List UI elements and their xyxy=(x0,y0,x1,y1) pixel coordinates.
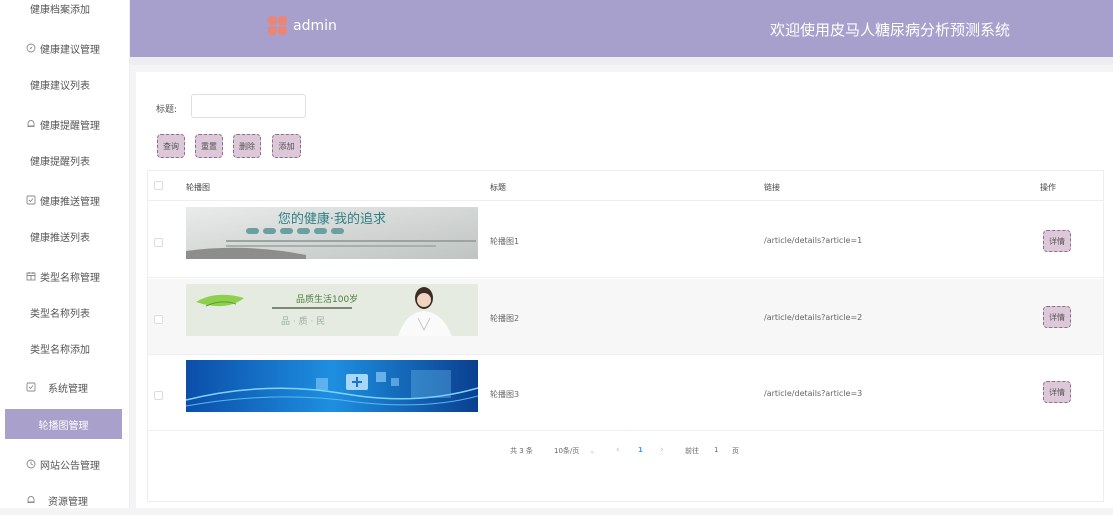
next-page-button[interactable]: › xyxy=(660,445,664,455)
sidebar-item-type-name-add[interactable]: 类型名称添加 xyxy=(0,333,130,363)
detail-button[interactable]: 详情 xyxy=(1043,306,1071,328)
table-row: 轮播图3 /article/details?article=3 详情 xyxy=(148,355,1103,431)
image-1-caption: 您的健康·我的追求 xyxy=(278,211,386,227)
row-title: 轮播图3 xyxy=(490,390,520,399)
image-2-caption: 品质生活100岁 xyxy=(296,293,358,305)
row-checkbox[interactable] xyxy=(154,238,163,247)
table-row: 品质生活100岁 品 · 质 · 民 轮播图2 /article/details… xyxy=(148,279,1103,355)
sidebar-item-label: 类型名称列表 xyxy=(30,308,90,320)
page-suffix-label: 页 xyxy=(732,447,739,455)
table-row: 您的健康·我的追求 轮播图1 /article/details?article=… xyxy=(148,202,1103,278)
column-header-action: 操作 xyxy=(1040,183,1056,192)
sidebar-item-label: 网站公告管理 xyxy=(40,460,100,472)
sidebar-item-label: 健康档案添加 xyxy=(30,4,90,16)
compass-icon xyxy=(25,43,36,54)
row-checkbox[interactable] xyxy=(154,315,163,324)
query-button[interactable]: 查询 xyxy=(157,134,185,158)
prev-page-button[interactable]: ‹ xyxy=(616,445,620,455)
column-header-link: 链接 xyxy=(764,183,780,192)
sidebar-item-health-reminder[interactable]: 健康提醒管理 xyxy=(0,109,130,139)
page-size-value: 10条/页 xyxy=(554,447,580,455)
sidebar-item-announcement[interactable]: 网站公告管理 xyxy=(0,449,130,479)
column-header-image: 轮播图 xyxy=(186,183,210,192)
clock-icon xyxy=(25,459,36,470)
sidebar-item-label: 健康提醒列表 xyxy=(30,156,90,168)
page-number-current[interactable]: 1 xyxy=(638,446,643,454)
goto-label: 前往 xyxy=(685,447,699,455)
bell-icon xyxy=(25,119,36,130)
goto-page-input[interactable]: 1 xyxy=(714,446,718,454)
admin-name: admin xyxy=(293,17,337,34)
sidebar-item-health-push-list[interactable]: 健康推送列表 xyxy=(0,221,130,251)
sidebar-item-carousel[interactable]: 轮播图管理 xyxy=(5,409,122,439)
carousel-table: 轮播图 标题 链接 操作 您的健康·我的追求 轮播图1 /article/det… xyxy=(147,170,1104,502)
logo: admin xyxy=(268,16,337,35)
logo-icon xyxy=(268,16,287,35)
table-header: 轮播图 标题 链接 操作 xyxy=(148,171,1103,201)
title-search-input[interactable] xyxy=(191,94,306,118)
detail-button[interactable]: 详情 xyxy=(1043,230,1071,252)
sidebar-item-label: 轮播图管理 xyxy=(38,420,89,432)
system-title: 欢迎使用皮马人糖尿病分析预测系统 xyxy=(769,21,1010,39)
sidebar-item-label: 健康建议管理 xyxy=(40,44,100,56)
sidebar: 健康档案添加 健康建议管理 健康建议列表 健康提醒管理 健康提醒列表 健康推送管… xyxy=(0,0,130,508)
add-button[interactable]: 添加 xyxy=(272,134,301,158)
detail-button[interactable]: 详情 xyxy=(1043,381,1071,403)
delete-button[interactable]: 删除 xyxy=(233,134,261,158)
row-title: 轮播图1 xyxy=(490,237,520,246)
header-divider xyxy=(130,57,1113,65)
select-all-checkbox[interactable] xyxy=(154,181,163,190)
checkbox-icon xyxy=(25,382,36,393)
sidebar-item-label: 健康提醒管理 xyxy=(40,120,100,132)
sidebar-item-label: 系统管理 xyxy=(48,383,88,395)
bell-icon xyxy=(25,495,36,506)
sidebar-item-label: 健康推送列表 xyxy=(30,232,90,244)
sidebar-item-health-advice-list[interactable]: 健康建议列表 xyxy=(0,69,130,99)
sidebar-item-label: 类型名称管理 xyxy=(40,272,100,284)
main-content: 标题: 查询 重置 删除 添加 轮播图 标题 链接 操作 您的健康·我的追求 轮… xyxy=(136,72,1113,508)
sidebar-item-type-name-list[interactable]: 类型名称列表 xyxy=(0,297,130,327)
sidebar-item-label: 健康建议列表 xyxy=(30,80,90,92)
svg-text:品 · 质 · 民: 品 · 质 · 民 xyxy=(281,315,325,327)
grid-icon xyxy=(25,271,36,282)
row-link: /article/details?article=3 xyxy=(764,389,863,398)
sidebar-item-health-record-add[interactable]: 健康档案添加 xyxy=(0,0,130,23)
top-header: admin 欢迎使用皮马人糖尿病分析预测系统 xyxy=(130,0,1113,57)
row-link: /article/details?article=2 xyxy=(764,313,863,322)
carousel-image-2: 品质生活100岁 品 · 质 · 民 xyxy=(186,284,478,336)
row-checkbox[interactable] xyxy=(154,391,163,400)
sidebar-item-health-advice[interactable]: 健康建议管理 xyxy=(0,33,130,63)
sidebar-item-label: 类型名称添加 xyxy=(30,344,90,356)
sidebar-item-health-reminder-list[interactable]: 健康提醒列表 xyxy=(0,145,130,175)
sidebar-item-label: 资源管理 xyxy=(48,496,88,508)
sidebar-item-health-push[interactable]: 健康推送管理 xyxy=(0,185,130,215)
reset-button[interactable]: 重置 xyxy=(195,134,223,158)
carousel-image-3 xyxy=(186,360,478,412)
sidebar-item-label: 健康推送管理 xyxy=(40,196,100,208)
page-size-select[interactable]: 10条/页 ⌄ xyxy=(554,446,595,456)
sidebar-item-type-name[interactable]: 类型名称管理 xyxy=(0,261,130,291)
search-label: 标题: xyxy=(156,105,178,115)
column-header-title[interactable]: 标题 xyxy=(490,182,506,193)
chevron-down-icon: ⌄ xyxy=(589,447,596,455)
sidebar-item-system[interactable]: 系统管理 xyxy=(0,372,130,402)
row-title: 轮播图2 xyxy=(490,314,520,323)
pagination-total: 共 3 条 xyxy=(510,447,533,455)
sidebar-item-resource[interactable]: 资源管理 xyxy=(0,485,130,515)
checkbox-icon xyxy=(25,195,36,206)
row-link: /article/details?article=1 xyxy=(764,236,863,245)
carousel-image-1: 您的健康·我的追求 xyxy=(186,207,478,259)
